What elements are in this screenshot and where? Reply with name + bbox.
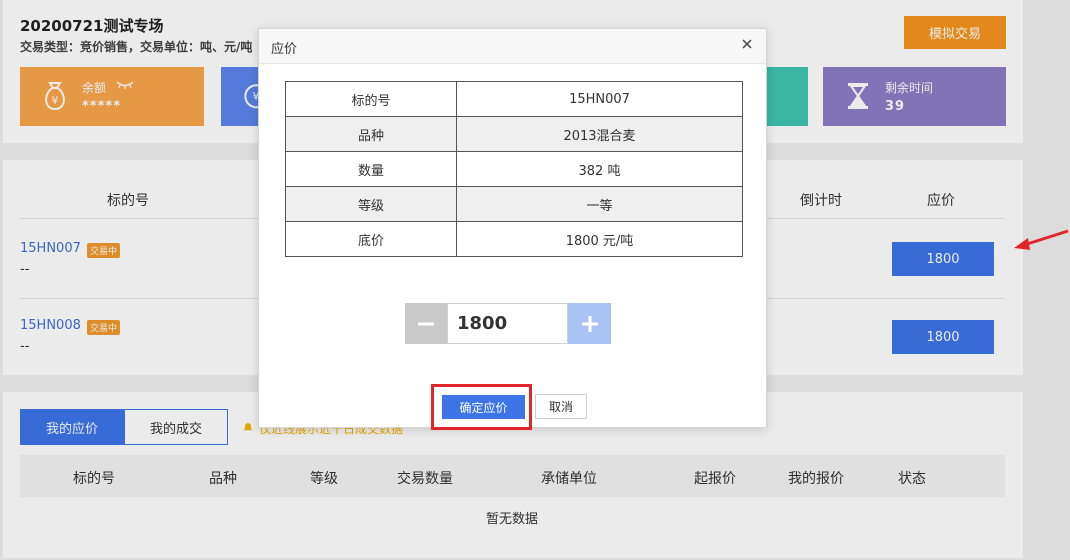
plus-icon: [581, 315, 598, 332]
price-increase-button[interactable]: [568, 303, 611, 344]
info-key: 等级: [285, 186, 457, 222]
confirm-highlight-box: 确定应价: [431, 384, 532, 430]
red-arrow-annotation: [1014, 229, 1069, 250]
price-decrease-button[interactable]: [405, 303, 447, 344]
bid-dialog: 应价 标的号 15HN007 品种 2013混合麦 数量 382 吨 等级 一等…: [258, 28, 767, 430]
info-value: 382 吨: [456, 151, 743, 187]
info-row-grade: 等级 一等: [285, 186, 743, 222]
cancel-button[interactable]: 取消: [535, 394, 587, 419]
minus-icon: [418, 322, 434, 325]
info-row-lot: 标的号 15HN007: [285, 81, 743, 117]
info-value: 15HN007: [456, 81, 743, 117]
info-key: 品种: [285, 116, 457, 152]
info-row-quantity: 数量 382 吨: [285, 151, 743, 187]
info-key: 底价: [285, 221, 457, 257]
info-key: 数量: [285, 151, 457, 187]
confirm-bid-button[interactable]: 确定应价: [442, 395, 525, 419]
info-value: 1800 元/吨: [456, 221, 743, 257]
close-icon[interactable]: [740, 37, 754, 51]
info-key: 标的号: [285, 81, 457, 117]
info-value: 2013混合麦: [456, 116, 743, 152]
info-row-variety: 品种 2013混合麦: [285, 116, 743, 152]
price-input[interactable]: [447, 303, 568, 344]
bid-dialog-title: 应价: [271, 42, 298, 57]
lot-info-table: 标的号 15HN007 品种 2013混合麦 数量 382 吨 等级 一等 底价…: [285, 81, 743, 257]
bid-dialog-header: 应价: [259, 29, 766, 64]
info-row-base-price: 底价 1800 元/吨: [285, 221, 743, 257]
info-value: 一等: [456, 186, 743, 222]
